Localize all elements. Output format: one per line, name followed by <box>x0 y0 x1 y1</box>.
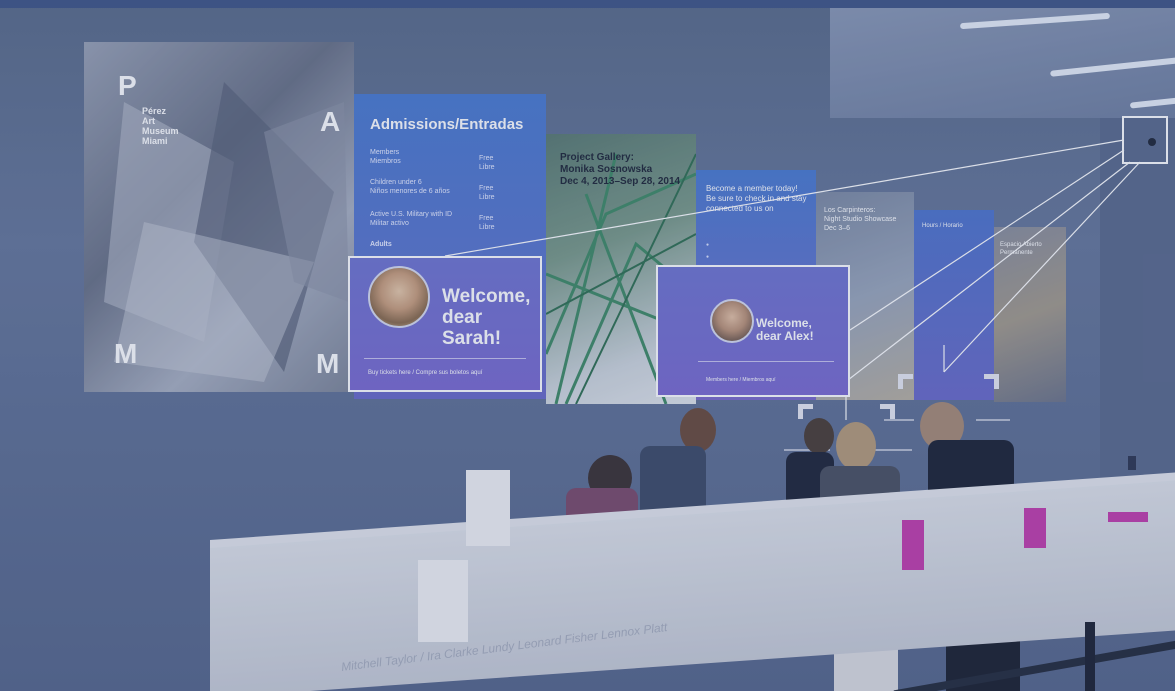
queue-post <box>1085 622 1095 691</box>
greeting-name: dear Alex! <box>756 329 814 343</box>
face-bracket <box>798 404 813 419</box>
price-sign <box>466 470 510 546</box>
person-head <box>804 418 834 454</box>
welcome-greeting: Welcome, dear Sarah! <box>442 286 540 349</box>
face-bracket <box>898 374 913 389</box>
brochure-stand <box>1108 512 1148 522</box>
face-bracket <box>880 404 895 419</box>
camera-highlight <box>1122 116 1168 164</box>
card-divider <box>364 358 526 359</box>
price-sign <box>418 560 468 642</box>
avatar <box>368 266 430 328</box>
welcome-card-alex: Welcome, dear Alex! Members here / Miemb… <box>656 265 850 397</box>
card-footer: Buy tickets here / Compre sus boletos aq… <box>368 370 483 376</box>
greeting-line: Welcome, <box>442 286 531 307</box>
brochure-stand <box>1024 508 1046 548</box>
greeting-name: dear Sarah! <box>442 307 502 349</box>
camera-icon <box>1148 138 1156 146</box>
avatar <box>710 299 754 343</box>
welcome-greeting: Welcome, dear Alex! <box>756 317 814 343</box>
card-footer: Members here / Miembros aquí <box>706 377 776 383</box>
brochure-stand <box>902 520 924 570</box>
person-head <box>836 422 876 470</box>
card-divider <box>698 361 834 362</box>
welcome-card-sarah: Welcome, dear Sarah! Buy tickets here / … <box>348 256 542 392</box>
reception-photo: P A M M Pérez Art Museum Miami Admission… <box>0 0 1175 691</box>
face-bracket <box>984 374 999 389</box>
